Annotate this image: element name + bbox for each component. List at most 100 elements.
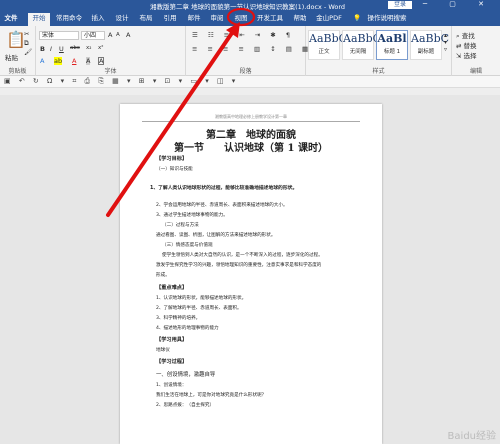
tab-layout[interactable]: 布局 xyxy=(136,13,156,26)
title-bar: 湘教版第二章 地球的面貌第一节认识地球知识教案(1).docx - Word 登… xyxy=(0,0,500,11)
doc-line: （二）过程与方法 xyxy=(162,223,199,228)
paragraph-label: 段落 xyxy=(239,68,252,75)
doc-line: 4、描述地形的地理事物的能力 xyxy=(156,326,219,331)
window-controls[interactable]: ▭ ─ ▢ ✕ xyxy=(394,0,494,8)
tab-design[interactable]: 设计 xyxy=(112,13,132,26)
style-preview: AaBbC xyxy=(411,32,450,45)
doc-line: 【学习目标】 xyxy=(156,156,188,162)
ruler xyxy=(0,88,500,95)
doc-line: 1、创设情境： xyxy=(156,383,187,388)
group-paragraph: ☰ ☷ ≡ ⇤ ⇥ ✱ ¶ ≡ ≡ ≡ ≡ ▥ ↕ ▤ ▦ 段落 xyxy=(186,26,308,76)
style-subtitle[interactable]: AaBbC 副标题 xyxy=(410,30,450,60)
styles-label: 样式 xyxy=(372,68,385,75)
styles-more-icon[interactable]: ▴ ▾ ▿ xyxy=(444,32,447,53)
format-painter-icon[interactable]: 🖌 xyxy=(24,48,32,56)
doc-line: 3、科学精神的培养。 xyxy=(156,316,201,321)
doc-line: 激发学生探究性学习的兴趣，领悟地理知识的重要性，注意实事求是和科学态度的 xyxy=(156,263,322,268)
style-preview: AaBbC xyxy=(309,32,348,45)
style-name: 正文 xyxy=(318,49,330,55)
doc-line: 地球仪 xyxy=(156,348,170,353)
doc-line: 【学习用具】 xyxy=(156,337,188,343)
cursor-icon: ⇲ xyxy=(456,52,464,60)
align-buttons[interactable]: ≡ ≡ ≡ ≡ ▥ ↕ ▤ ▦ xyxy=(192,45,312,53)
replace-label: 替换 xyxy=(463,42,477,50)
tab-developer[interactable]: 开发工具 xyxy=(254,13,286,26)
doc-line: （三）情感态度与价值观 xyxy=(162,243,213,248)
font-color-button[interactable]: A xyxy=(72,57,76,65)
font-label: 字体 xyxy=(104,68,117,75)
doc-line: 2、思路点拨： （自主探究） xyxy=(156,403,215,408)
style-preview: AaBl xyxy=(377,32,407,45)
group-clipboard: 📋 粘贴 ✂ ⧉ 🖌 剪贴板 xyxy=(0,26,36,76)
style-name: 标题 1 xyxy=(383,49,401,55)
doc-line: 3、通过学生描述地球事物的能力。 xyxy=(156,213,228,218)
quick-access-toolbar[interactable]: ▣ ↶ ↻ Ω ▾ ⌗ ⎙ ⎘ ▦ ▾ ⊞ ▾ ⊡ ▾ ▭ ▾ ◫ ▾ xyxy=(0,76,500,88)
doc-line: 我们生活在地球上，可是你对地球究竟是什么形状呢？ xyxy=(156,393,267,398)
page-header: 湘教版高中地理必修上册教学设计第一章 xyxy=(215,114,287,119)
char-border-button[interactable]: A xyxy=(98,57,105,65)
subscript-button[interactable]: x₂ xyxy=(86,45,91,51)
doc-line: 【重点难点】 xyxy=(156,285,188,291)
bold-button[interactable]: B xyxy=(40,45,45,53)
superscript-button[interactable]: x² xyxy=(98,45,103,51)
tell-me-search[interactable]: 操作说明搜索 xyxy=(364,13,410,26)
section-title: 第一节 认识地球（第 1 课时） xyxy=(174,143,328,154)
underline-button[interactable]: U xyxy=(59,45,64,53)
paste-button[interactable]: 粘贴 xyxy=(5,52,18,62)
header-divider xyxy=(142,121,360,122)
ribbon: 📋 粘贴 ✂ ⧉ 🖌 剪贴板 宋体 小四 A A A B I U abc x₂ … xyxy=(0,26,500,76)
cut-icon[interactable]: ✂ xyxy=(24,30,29,38)
tab-home[interactable]: 开始 xyxy=(28,13,50,26)
shrink-font-button[interactable]: A xyxy=(116,32,120,38)
copy-icon[interactable]: ⧉ xyxy=(24,39,29,48)
doc-line: 通过看图、读图、析图，让图解的方法来描述地球的形状。 xyxy=(156,233,276,238)
tab-references[interactable]: 引用 xyxy=(160,13,180,26)
tab-kingsoft-pdf[interactable]: 金山PDF xyxy=(314,13,344,26)
doc-line: 1、了解人类认识地球形状的过程，能够比较准确地描述地球的形状。 xyxy=(150,186,298,191)
ribbon-tabs: 文件 开始 常用命令 插入 设计 布局 引用 邮件 审阅 视图 开发工具 帮助 … xyxy=(0,10,500,26)
doc-line: 【学习过程】 xyxy=(156,359,188,365)
find-label: 查找 xyxy=(461,32,475,40)
doc-line: 一、创设情境，激趣自导 xyxy=(156,372,216,378)
clipboard-label: 剪贴板 xyxy=(8,68,27,75)
font-name-select[interactable]: 宋体 xyxy=(39,31,79,40)
style-no-spacing[interactable]: AaBbC 无间隔 xyxy=(342,30,381,60)
font-size-select[interactable]: 小四 xyxy=(81,31,105,40)
list-buttons[interactable]: ☰ ☷ ≡ ⇤ ⇥ ✱ ¶ xyxy=(192,31,294,39)
text-effects-button[interactable]: A xyxy=(40,57,44,65)
replace-icon: ⇄ xyxy=(456,42,464,50)
doc-line: （一）知识与技能 xyxy=(156,167,193,172)
tab-review[interactable]: 审阅 xyxy=(207,13,227,26)
char-shading-button[interactable]: A xyxy=(86,57,91,65)
highlight-button[interactable]: ab xyxy=(54,57,63,65)
editing-label: 编辑 xyxy=(469,68,482,75)
doc-line: 1、认识地球的形状，能够描述地球的形状。 xyxy=(156,296,247,301)
group-font: 宋体 小四 A A A B I U abc x₂ x² A ab A A A 字… xyxy=(36,26,186,76)
strikethrough-button[interactable]: abc xyxy=(70,45,80,51)
tab-view[interactable]: 视图 xyxy=(231,13,251,26)
tab-insert[interactable]: 插入 xyxy=(88,13,108,26)
style-name: 副标题 xyxy=(417,49,435,55)
select-button[interactable]: ⇲ 选择 xyxy=(456,50,477,60)
replace-button[interactable]: ⇄ 替换 xyxy=(456,40,477,50)
tab-file[interactable]: 文件 xyxy=(0,13,22,26)
style-normal[interactable]: AaBbC 正文 xyxy=(308,30,348,60)
tab-mailings[interactable]: 邮件 xyxy=(184,13,204,26)
doc-line: 2、学会运用地球的半径、赤道周长、表面积来描述地球的大小。 xyxy=(156,203,288,208)
tab-help[interactable]: 帮助 xyxy=(290,13,310,26)
tab-common-commands[interactable]: 常用命令 xyxy=(52,13,86,26)
style-heading-1[interactable]: AaBl 标题 1 xyxy=(376,30,408,60)
doc-line: 形成。 xyxy=(156,273,170,278)
italic-button[interactable]: I xyxy=(50,45,52,53)
paste-icon[interactable]: 📋 xyxy=(6,30,26,49)
group-styles: AaBbC 正文 AaBbC 无间隔 AaBl 标题 1 AaBbC 副标题 ▴ ▾ ▿ 样… xyxy=(306,26,452,76)
doc-line: 使学生领悟到人类对大自然的认识，是一个不断深入的过程，逐步深化的过程。 xyxy=(162,253,323,258)
watermark: Baidu经验 xyxy=(447,431,496,442)
group-editing: ⌕ 查找 ⇄ 替换 ⇲ 选择 编辑 xyxy=(452,26,500,76)
doc-line: 2、了解地球的半径、赤道周长、表面积。 xyxy=(156,306,242,311)
grow-font-button[interactable]: A xyxy=(108,31,112,39)
document-page[interactable]: 湘教版高中地理必修上册教学设计第一章 第二章 地球的面貌 第一节 认识地球（第 … xyxy=(120,104,382,444)
select-label: 选择 xyxy=(463,52,477,60)
style-name: 无间隔 xyxy=(349,49,367,55)
clear-format-button[interactable]: A xyxy=(126,31,130,39)
